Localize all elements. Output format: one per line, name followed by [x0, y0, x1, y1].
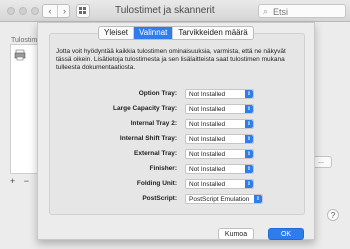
chevron-updown-icon: ⇕ [245, 120, 253, 128]
search-box[interactable]: ⌕ [258, 4, 346, 18]
option-label: Internal Shift Tray: [119, 135, 177, 142]
external-tray-select[interactable]: Not Installed ⇕ [185, 149, 254, 159]
zoom-window-icon[interactable] [31, 7, 39, 15]
chevron-updown-icon: ⇕ [245, 150, 253, 158]
title-bar: ‹ › Tulostimet ja skannerit ⌕ [0, 0, 350, 22]
select-value: PostScript Emulation [189, 196, 250, 203]
select-value: Not Installed [189, 106, 226, 113]
internal-shift-tray-select[interactable]: Not Installed ⇕ [185, 134, 254, 144]
search-icon: ⌕ [263, 6, 269, 16]
help-icon[interactable]: ? [327, 209, 339, 221]
back-icon[interactable]: ‹ [43, 5, 57, 17]
tab-general[interactable]: Yleiset [99, 27, 135, 39]
close-window-icon[interactable] [7, 7, 15, 15]
option-label: Internal Tray 2: [130, 120, 177, 127]
printer-icon [14, 49, 26, 61]
chevron-updown-icon: ⇕ [245, 105, 253, 113]
info-text: Jotta voit hyödyntää kaikkia tulostimen … [56, 48, 286, 71]
add-remove-controls: + − [10, 176, 40, 186]
window-title: Tulostimet ja skannerit [115, 5, 215, 16]
select-value: Not Installed [189, 181, 226, 188]
postscript-select[interactable]: PostScript Emulation ⇕ [185, 194, 263, 204]
option-tray-select[interactable]: Not Installed ⇕ [185, 89, 254, 99]
cancel-button[interactable]: Kumoa [218, 228, 254, 240]
tab-supply-levels[interactable]: Tarvikkeiden määrä [173, 27, 252, 39]
add-printer-button[interactable]: + [10, 176, 15, 186]
back-forward-group: ‹ › [42, 4, 70, 18]
finisher-select[interactable]: Not Installed ⇕ [185, 164, 254, 174]
forward-icon[interactable]: › [57, 5, 71, 17]
chevron-updown-icon: ⇕ [245, 90, 253, 98]
select-value: Not Installed [189, 151, 226, 158]
option-label: Large Capacity Tray: [113, 105, 177, 112]
chevron-updown-icon: ⇕ [245, 180, 253, 188]
show-all-grid-icon[interactable] [76, 4, 90, 18]
ok-button[interactable]: OK [268, 228, 304, 240]
select-value: Not Installed [189, 166, 226, 173]
chevron-updown-icon: ⇕ [254, 195, 262, 203]
option-label: PostScript: [142, 195, 177, 202]
internal-tray-2-select[interactable]: Not Installed ⇕ [185, 119, 254, 129]
options-panel: Jotta voit hyödyntää kaikkia tulostimen … [49, 33, 305, 215]
select-value: Not Installed [189, 121, 226, 128]
chevron-updown-icon: ⇕ [245, 165, 253, 173]
select-value: Not Installed [189, 91, 226, 98]
select-value: Not Installed [189, 136, 226, 143]
option-label: Option Tray: [138, 90, 177, 97]
option-label: Folding Unit: [136, 180, 177, 187]
remove-printer-button[interactable]: − [24, 176, 29, 186]
printer-options-sheet: Yleiset Valinnat Tarvikkeiden määrä Jott… [37, 22, 315, 240]
minimize-window-icon[interactable] [19, 7, 27, 15]
search-input[interactable] [273, 6, 343, 17]
tab-bar: Yleiset Valinnat Tarvikkeiden määrä [98, 26, 254, 40]
option-label: Finisher: [149, 165, 177, 172]
folding-unit-select[interactable]: Not Installed ⇕ [185, 179, 254, 189]
tab-options[interactable]: Valinnat [134, 27, 174, 39]
large-capacity-tray-select[interactable]: Not Installed ⇕ [185, 104, 254, 114]
chevron-updown-icon: ⇕ [245, 135, 253, 143]
printers-list[interactable] [10, 44, 40, 174]
option-label: External Tray: [134, 150, 177, 157]
printers-list-label: Tulostim [11, 37, 38, 44]
